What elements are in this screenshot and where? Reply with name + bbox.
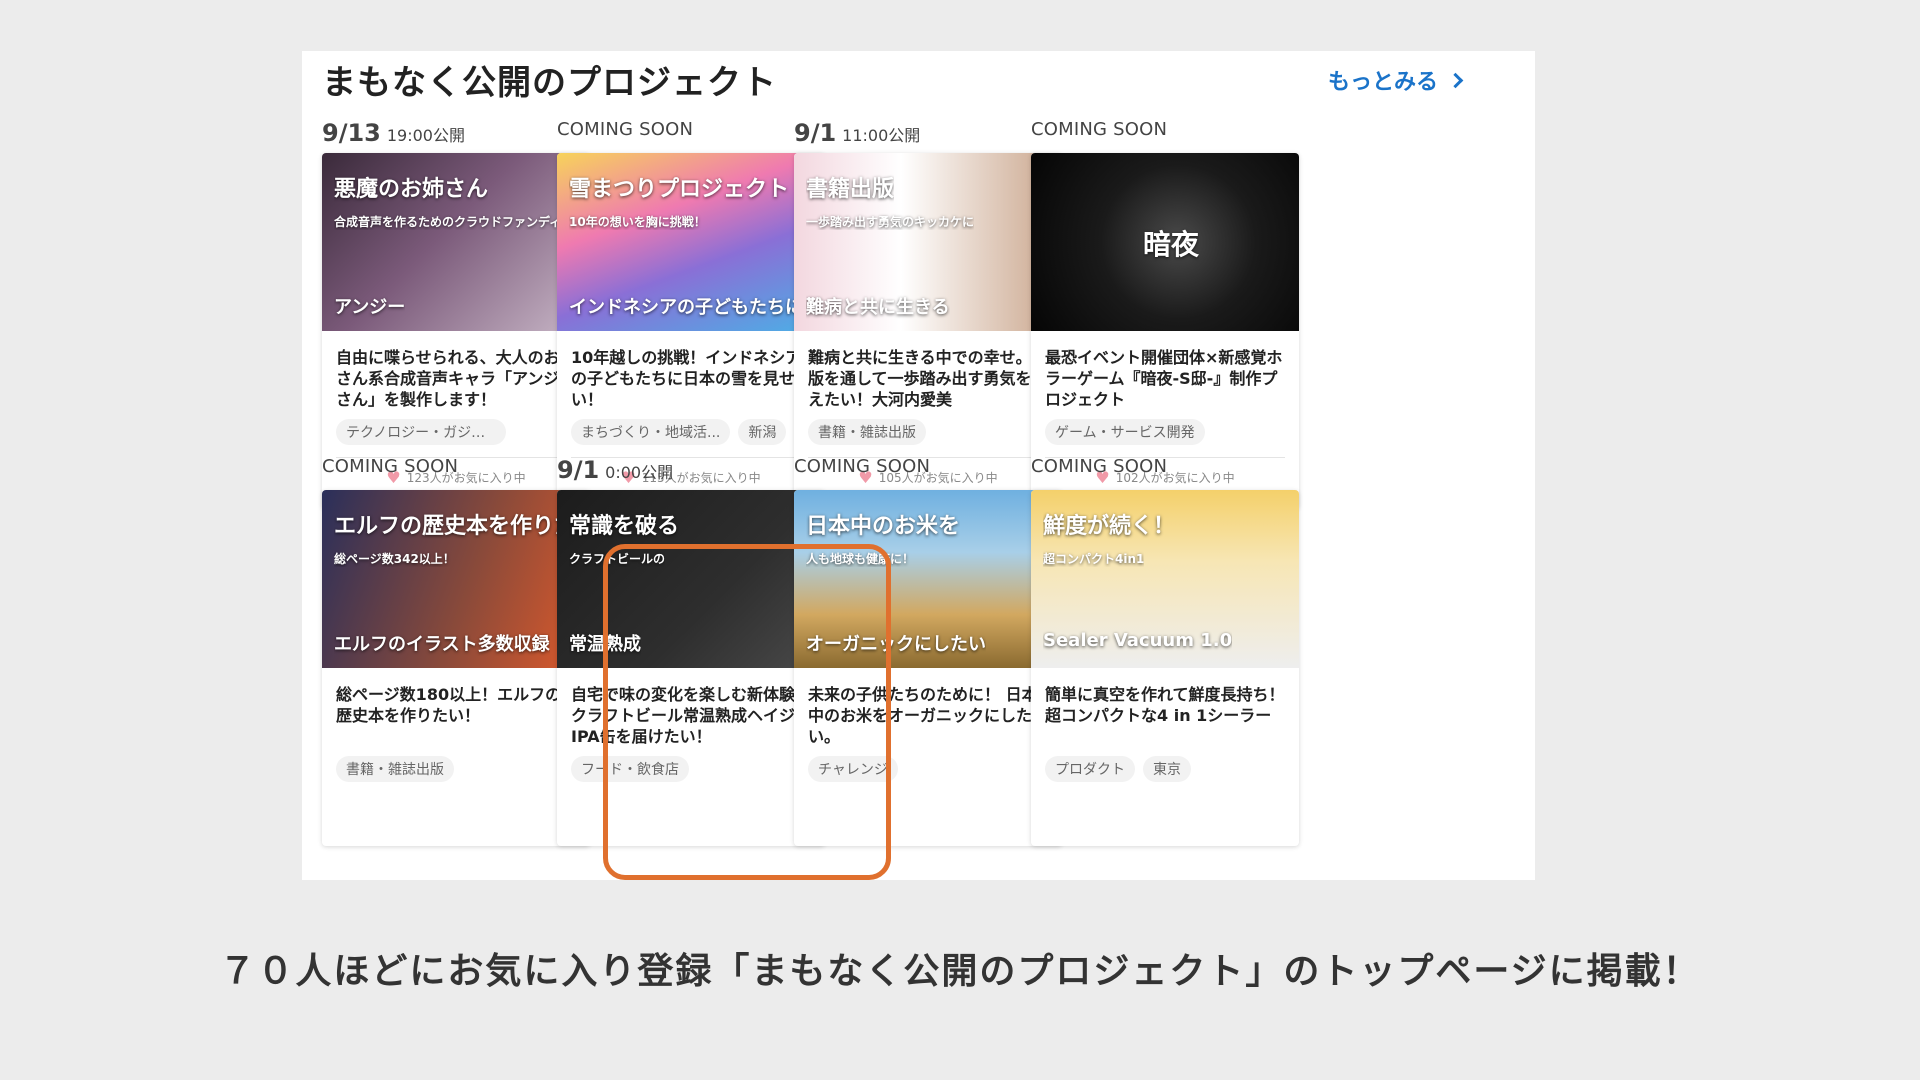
- project-thumbnail[interactable]: 鮮度が続く！ 超コンパクト4in1 Sealer Vacuum 1.0: [1031, 490, 1299, 668]
- project-thumbnail[interactable]: 暗夜: [1031, 153, 1299, 331]
- release-label: COMING SOON: [794, 456, 1062, 490]
- project-card[interactable]: 常識を破る クラフトビールの 常温熟成 自宅で味の変化を楽しむ新体験！クラフトビ…: [557, 490, 825, 846]
- tag-list: プロダクト 東京: [1031, 752, 1299, 782]
- category-tag[interactable]: テクノロジー・ガジェット: [336, 419, 506, 445]
- thumbnail-headline: エルフの歴史本を作りたい！: [334, 514, 582, 539]
- project-card-column: COMING SOON 雪まつりプロジェクト 10年の想いを胸に挑戦！ インドネ…: [557, 119, 825, 509]
- tag-list: チャレンジ: [794, 752, 1062, 782]
- project-card[interactable]: エルフの歴史本を作りたい！ 総ページ数342以上！ エルフのイラスト多数収録 総…: [322, 490, 590, 846]
- category-tag[interactable]: まちづくり・地域活...: [571, 419, 731, 445]
- project-thumbnail[interactable]: エルフの歴史本を作りたい！ 総ページ数342以上！ エルフのイラスト多数収録: [322, 490, 590, 668]
- project-title[interactable]: 未来の子供たちのために！ 日本中のお米をオーガニックにしたい。: [794, 668, 1062, 752]
- release-date: 9/13: [322, 119, 381, 147]
- project-thumbnail[interactable]: 書籍出版 一歩踏み出す勇気のキッカケに 難病と共に生きる: [794, 153, 1062, 331]
- category-tag[interactable]: 東京: [1143, 756, 1191, 782]
- coming-soon-label: COMING SOON: [794, 456, 931, 477]
- category-tag[interactable]: 書籍・雑誌出版: [808, 419, 926, 445]
- thumbnail-caption: 常温熟成: [569, 634, 641, 655]
- tag-list: まちづくり・地域活... 新潟: [557, 415, 825, 445]
- thumbnail-caption: 難病と共に生きる: [806, 297, 950, 318]
- chevron-right-icon: [1447, 72, 1464, 88]
- release-label: COMING SOON: [557, 119, 825, 153]
- release-date: 9/1: [794, 119, 837, 147]
- thumbnail-caption: エルフのイラスト多数収録: [334, 634, 550, 655]
- release-label: 9/1 0:00公開: [557, 456, 825, 490]
- release-label: COMING SOON: [322, 456, 590, 490]
- release-label: COMING SOON: [1031, 456, 1299, 490]
- see-more-label: もっとみる: [1328, 70, 1439, 95]
- thumbnail-caption: オーガニックにしたい: [806, 634, 986, 655]
- project-card-column: COMING SOON エルフの歴史本を作りたい！ 総ページ数342以上！ エル…: [322, 456, 590, 846]
- project-title[interactable]: 簡単に真空を作れて鮮度長持ち！超コンパクトな4 in 1シーラー: [1031, 668, 1299, 752]
- thumbnail-headline: 日本中のお米を: [806, 514, 961, 539]
- thumbnail-headline: 鮮度が続く！: [1043, 514, 1176, 539]
- tag-list: テクノロジー・ガジェット: [322, 415, 590, 445]
- tag-list: ゲーム・サービス開発: [1031, 415, 1299, 445]
- release-time: 0:00公開: [605, 463, 674, 482]
- upcoming-projects-panel: まもなく公開のプロジェクト もっとみる 9/13 19:00公開 悪魔のお姉さん…: [302, 51, 1535, 880]
- tag-list: 書籍・雑誌出版: [794, 415, 1062, 445]
- project-title[interactable]: 自由に喋らせられる、大人のお姉さん系合成音声キャラ「アンジーさん」を製作します！: [322, 331, 590, 415]
- caption-text: ７０人ほどにお気に入り登録「まもなく公開のプロジェクト」のトップページに掲載！: [219, 951, 1701, 992]
- release-label: 9/1 11:00公開: [794, 119, 1062, 153]
- section-title: まもなく公開のプロジェクト: [322, 63, 777, 103]
- project-title[interactable]: 最恐イベント開催団体×新感覚ホラーゲーム『暗夜-S邸-』制作プロジェクト: [1031, 331, 1299, 415]
- project-card-column: 9/13 19:00公開 悪魔のお姉さん 合成音声を作るためのクラウドファンディ…: [322, 119, 590, 509]
- project-title[interactable]: 難病と共に生きる中での幸せ。出版を通して一歩踏み出す勇気を与えたい！大河内愛美: [794, 331, 1062, 415]
- release-time: 19:00公開: [386, 126, 465, 145]
- thumbnail-caption: Sealer Vacuum 1.0: [1043, 630, 1233, 651]
- category-tag[interactable]: 書籍・雑誌出版: [336, 756, 454, 782]
- thumbnail-headline: 雪まつりプロジェクト: [569, 177, 790, 202]
- thumbnail-headline: 書籍出版: [806, 177, 895, 202]
- thumbnail-headline: 悪魔のお姉さん: [334, 177, 489, 202]
- category-tag[interactable]: ゲーム・サービス開発: [1045, 419, 1205, 445]
- thumbnail-subtext: 合成音声を作るためのクラウドファンディング: [334, 215, 582, 229]
- release-label: COMING SOON: [1031, 119, 1299, 153]
- category-tag[interactable]: 新潟: [738, 419, 787, 445]
- thumbnail-headline: 常識を破る: [569, 514, 680, 539]
- thumbnail-subtext: 総ページ数342以上！: [334, 552, 455, 566]
- tag-list: フード・飲食店: [557, 752, 825, 782]
- project-thumbnail[interactable]: 常識を破る クラフトビールの 常温熟成: [557, 490, 825, 668]
- coming-soon-label: COMING SOON: [1031, 119, 1168, 140]
- project-card-column: 9/1 11:00公開 書籍出版 一歩踏み出す勇気のキッカケに 難病と共に生きる…: [794, 119, 1062, 509]
- release-time: 11:00公開: [842, 126, 921, 145]
- coming-soon-label: COMING SOON: [557, 119, 694, 140]
- thumbnail-subtext: 10年の想いを胸に挑戦！: [569, 215, 706, 229]
- thumbnail-caption: インドネシアの子どもたちに雪を見せたい: [569, 297, 817, 318]
- project-card-column: 9/1 0:00公開 常識を破る クラフトビールの 常温熟成 自宅で味の変化を楽…: [557, 456, 825, 846]
- thumbnail-subtext: 一歩踏み出す勇気のキッカケに: [806, 215, 975, 229]
- project-card-column: COMING SOON 日本中のお米を 人も地球も健康に！ オーガニックにしたい…: [794, 456, 1062, 846]
- project-title[interactable]: 10年越しの挑戦！インドネシアの子どもたちに日本の雪を見せたい！: [557, 331, 825, 415]
- project-card[interactable]: 日本中のお米を 人も地球も健康に！ オーガニックにしたい 未来の子供たちのために…: [794, 490, 1062, 846]
- project-thumbnail[interactable]: 日本中のお米を 人も地球も健康に！ オーガニックにしたい: [794, 490, 1062, 668]
- project-title[interactable]: 自宅で味の変化を楽しむ新体験！クラフトビール常温熟成ヘイジーIPA缶を届けたい！: [557, 668, 825, 752]
- coming-soon-label: COMING SOON: [322, 456, 459, 477]
- project-thumbnail[interactable]: 悪魔のお姉さん 合成音声を作るためのクラウドファンディング アンジー: [322, 153, 590, 331]
- category-tag[interactable]: フード・飲食店: [571, 756, 689, 782]
- thumbnail-caption: アンジー: [334, 297, 406, 318]
- thumbnail-headline: 暗夜: [1143, 228, 1200, 261]
- category-tag[interactable]: プロダクト: [1045, 756, 1135, 782]
- coming-soon-label: COMING SOON: [1031, 456, 1168, 477]
- thumbnail-subtext: クラフトビールの: [569, 552, 666, 566]
- project-card[interactable]: 鮮度が続く！ 超コンパクト4in1 Sealer Vacuum 1.0 簡単に真…: [1031, 490, 1299, 846]
- project-title[interactable]: 総ページ数180以上！エルフの歴史本を作りたい！: [322, 668, 590, 752]
- project-card-column: COMING SOON 鮮度が続く！ 超コンパクト4in1 Sealer Vac…: [1031, 456, 1299, 846]
- tag-list: 書籍・雑誌出版: [322, 752, 590, 782]
- thumbnail-subtext: 人も地球も健康に！: [806, 552, 915, 566]
- release-date: 9/1: [557, 456, 600, 484]
- thumbnail-subtext: 超コンパクト4in1: [1043, 552, 1145, 566]
- project-thumbnail[interactable]: 雪まつりプロジェクト 10年の想いを胸に挑戦！ インドネシアの子どもたちに雪を見…: [557, 153, 825, 331]
- category-tag[interactable]: チャレンジ: [808, 756, 898, 782]
- project-card-column: COMING SOON 暗夜 最恐イベント開催団体×新感覚ホラーゲーム『暗夜-S…: [1031, 119, 1299, 509]
- release-label: 9/13 19:00公開: [322, 119, 590, 153]
- see-more-link[interactable]: もっとみる: [1328, 64, 1464, 96]
